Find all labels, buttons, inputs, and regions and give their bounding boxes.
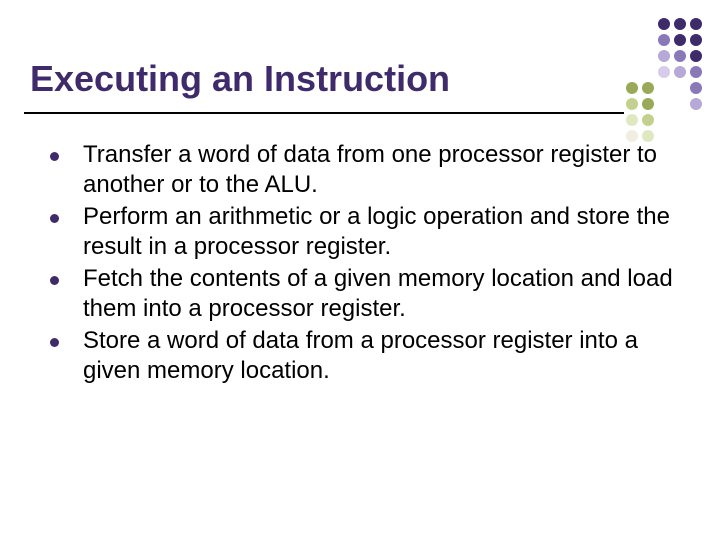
bullet-text: Transfer a word of data from one process… xyxy=(83,140,680,200)
list-item: Transfer a word of data from one process… xyxy=(50,140,680,200)
slide-title: Executing an Instruction xyxy=(30,58,450,100)
title-underline xyxy=(24,112,624,114)
bullet-icon xyxy=(50,276,59,285)
bullet-icon xyxy=(50,214,59,223)
list-item: Store a word of data from a processor re… xyxy=(50,326,680,386)
bullet-text: Perform an arithmetic or a logic operati… xyxy=(83,202,680,262)
bullet-list: Transfer a word of data from one process… xyxy=(50,140,680,388)
bullet-text: Fetch the contents of a given memory loc… xyxy=(83,264,680,324)
bullet-icon xyxy=(50,152,59,161)
list-item: Fetch the contents of a given memory loc… xyxy=(50,264,680,324)
bullet-text: Store a word of data from a processor re… xyxy=(83,326,680,386)
bullet-icon xyxy=(50,338,59,347)
decorative-dot-grid xyxy=(626,18,702,142)
slide: Executing an Instruction Transfer a word… xyxy=(0,0,720,540)
list-item: Perform an arithmetic or a logic operati… xyxy=(50,202,680,262)
